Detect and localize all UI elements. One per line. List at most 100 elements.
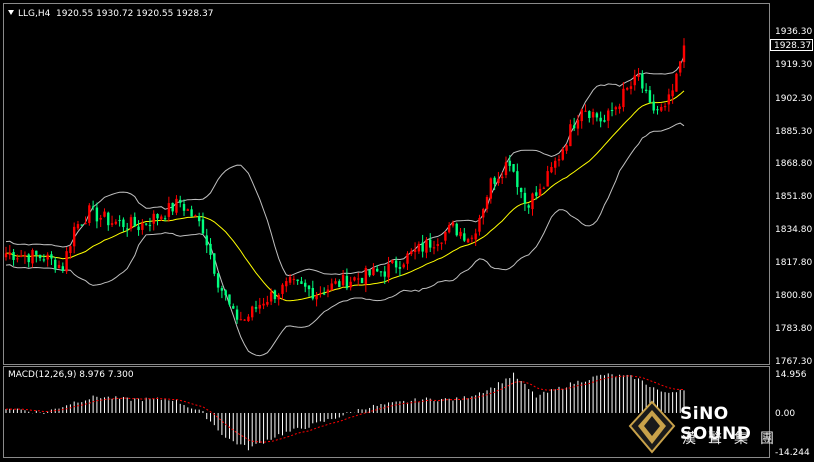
candle-body [190, 209, 193, 217]
candle-body [523, 192, 527, 204]
candle-body [232, 306, 235, 309]
candle-body [360, 277, 364, 284]
candle-body [269, 291, 273, 302]
candle-body [197, 216, 201, 222]
candle-body [61, 266, 65, 271]
candle-body [186, 209, 190, 211]
candle-body [478, 217, 481, 232]
macd-tick: 14.956 [775, 370, 807, 380]
candle-body [141, 223, 144, 230]
candle-body [19, 255, 23, 257]
price-chart[interactable]: LLG,H4 1920.55 1930.72 1920.55 1928.37 M… [0, 0, 814, 462]
candle-body [663, 106, 667, 108]
candle-body [410, 251, 413, 255]
candle-body [129, 217, 133, 229]
candle-body [110, 223, 114, 225]
candle-body [357, 278, 360, 280]
candle-body [607, 110, 610, 121]
candle-body [152, 213, 155, 224]
candle-body [179, 199, 182, 203]
candle-body [122, 219, 125, 228]
candle-body [625, 88, 629, 90]
candle-body [391, 259, 394, 264]
candle-body [679, 61, 682, 73]
candle-body [489, 178, 493, 199]
price-tick: 1885.30 [775, 127, 812, 137]
candle-body [569, 124, 572, 147]
price-tick: 1783.80 [775, 324, 812, 334]
candle-body [107, 212, 110, 226]
candle-body [425, 239, 428, 253]
candle-body [46, 254, 49, 260]
candle-body [133, 216, 136, 227]
candle-body [224, 290, 227, 296]
candle-body [675, 73, 678, 92]
candle-body [220, 288, 224, 291]
watermark: SiNO SOUND 漢聲集團 [628, 398, 806, 456]
candle-body [345, 275, 349, 289]
candle-body [273, 290, 277, 300]
candle-body [387, 263, 390, 278]
candle-body [95, 207, 99, 222]
candle-body [243, 319, 246, 321]
candle-body [364, 267, 368, 285]
candle-body [194, 215, 197, 217]
candle-body [398, 267, 402, 269]
candle-body [614, 107, 618, 110]
candle-body [353, 277, 356, 281]
chart-background [0, 0, 814, 462]
candle-body [610, 110, 614, 112]
candle-body [88, 205, 91, 223]
candle-body [603, 120, 606, 122]
symbol-label: LLG,H4 [18, 9, 51, 19]
candle-body [326, 289, 330, 293]
candle-body [565, 145, 568, 151]
candle-body [42, 259, 46, 261]
price-tick: 1851.80 [775, 192, 812, 202]
candle-body [266, 301, 269, 305]
candle-body [383, 271, 386, 277]
candle-body [277, 294, 280, 300]
candle-body [667, 94, 671, 105]
candle-body [50, 254, 53, 259]
candle-body [137, 226, 140, 231]
candle-body [4, 253, 8, 258]
candle-body [69, 246, 72, 253]
candle-body [304, 282, 307, 287]
candle-body [213, 253, 216, 274]
candle-body [23, 255, 27, 257]
candle-body [436, 244, 439, 246]
candle-body [637, 74, 640, 77]
candle-body [652, 101, 655, 111]
candle-body [644, 89, 648, 91]
candle-body [8, 252, 11, 255]
candle-body [379, 271, 383, 273]
candle-body [500, 176, 504, 179]
candle-body [330, 283, 333, 291]
candle-body [641, 73, 644, 89]
candle-body [470, 237, 474, 239]
candle-body [497, 178, 500, 184]
candle-body [599, 117, 602, 122]
candle-body [99, 217, 102, 220]
candle-body [118, 220, 121, 222]
candle-body [372, 267, 375, 276]
candle-body [182, 203, 186, 211]
candle-body [554, 160, 557, 168]
candle-body [508, 160, 511, 166]
candle-body [65, 251, 68, 272]
candle-body [80, 224, 83, 226]
candle-body [319, 293, 322, 295]
candle-body [588, 111, 591, 118]
candle-body [144, 223, 148, 225]
candle-body [629, 86, 633, 89]
price-tick: 1834.80 [775, 225, 812, 235]
candle-body [258, 304, 261, 309]
candle-body [54, 259, 57, 270]
candle-body [209, 243, 212, 255]
candle-body [247, 316, 250, 322]
candle-body [432, 247, 436, 249]
price-tick: 1919.30 [775, 60, 812, 70]
candle-body [35, 250, 38, 255]
candle-body [561, 149, 564, 160]
